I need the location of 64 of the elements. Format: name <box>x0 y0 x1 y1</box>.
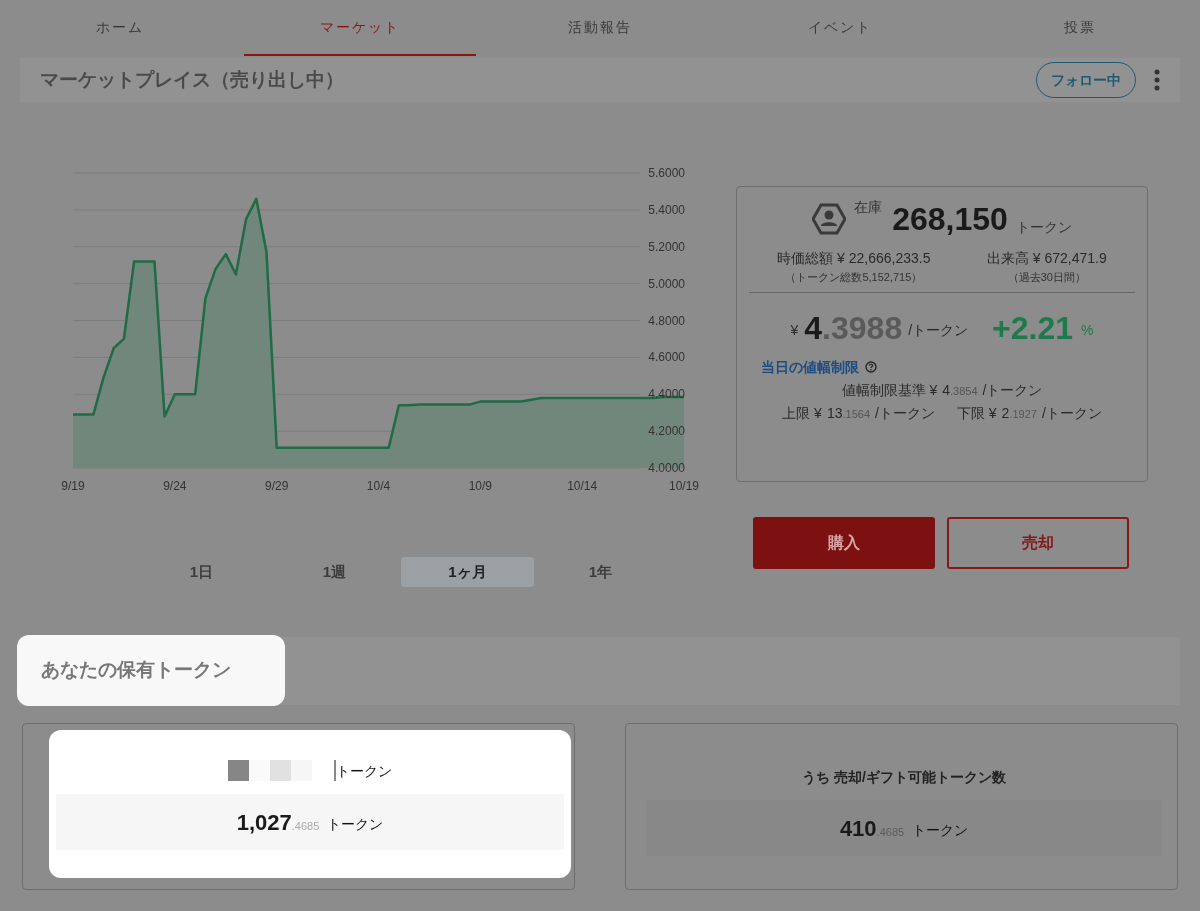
unit-label: トークン <box>1015 218 1072 237</box>
amount-integer: 1,027 <box>236 808 292 837</box>
nav-tab[interactable]: ホーム <box>4 0 236 56</box>
sell-button[interactable]: 売却 <box>947 517 1129 569</box>
period-tab[interactable]: 1週 <box>268 557 401 587</box>
y-axis-label: 4.8000 <box>648 313 685 328</box>
page-title: マーケットプレイス（売り出し中） <box>40 67 345 92</box>
help-icon[interactable] <box>865 361 877 373</box>
market-cap-label: 時価総額 ¥ 22,666,233.5 <box>777 249 931 268</box>
y-axis-label: 4.0000 <box>648 461 685 475</box>
unit-label: /トークン <box>1041 403 1102 423</box>
volume-note: （過去30日間） <box>1007 270 1086 285</box>
currency-label: ¥ <box>790 320 799 340</box>
limit-label: 上限 ¥ <box>782 403 822 423</box>
x-axis-label: 9/29 <box>265 479 289 493</box>
buy-button[interactable]: 購入 <box>753 517 935 569</box>
percent-label: % <box>1081 320 1094 340</box>
limit-fraction: .3854 <box>950 384 978 399</box>
unit-label: /トークン <box>982 380 1043 400</box>
period-tab[interactable]: 1日 <box>135 557 268 587</box>
stock-value: 268,150 <box>892 201 1008 237</box>
limit-integer: 2 <box>1001 403 1010 423</box>
limit-title: 当日の値幅制限 <box>761 357 859 377</box>
stock-label: 在庫 <box>854 198 883 217</box>
nav-tab[interactable]: 投票 <box>964 0 1196 56</box>
x-axis-label: 9/24 <box>163 479 187 493</box>
amount-fraction: .4685 <box>291 819 320 832</box>
user-hexagon-icon <box>812 203 847 235</box>
y-axis-label: 5.2000 <box>648 239 685 254</box>
unit-label: /トークン <box>908 320 969 340</box>
limit-integer: 13 <box>826 403 843 423</box>
price-integer: 4 <box>804 310 823 345</box>
y-axis-label: 4.6000 <box>648 350 685 365</box>
y-axis-label: 5.0000 <box>648 276 685 291</box>
holding-label: うち 売却/ギフト可能トークン数 <box>802 768 1006 787</box>
y-axis-label: 5.4000 <box>648 202 685 217</box>
x-axis-label: 9/19 <box>61 479 85 493</box>
section-title: あなたの保有トークン <box>41 658 231 683</box>
y-axis-label: 5.6000 <box>648 166 685 180</box>
nav-tab[interactable]: 活動報告 <box>484 0 716 56</box>
x-axis-label: 10/9 <box>468 479 492 493</box>
period-tab[interactable]: 1ヶ月 <box>401 557 534 587</box>
period-tab[interactable]: 1年 <box>534 557 667 587</box>
unit-label: トークン <box>327 814 384 834</box>
nav-tab[interactable]: マーケット <box>244 0 476 56</box>
unit-label: トークン <box>912 820 969 840</box>
limit-fraction: .1564 <box>842 407 870 422</box>
x-axis-label: 10/14 <box>567 479 598 493</box>
price-fraction: .3988 <box>822 310 903 345</box>
x-axis-label: 10/19 <box>669 479 699 493</box>
market-cap-note: （トークン総数5,152,715） <box>785 270 923 285</box>
amount-integer: 410 <box>839 814 877 843</box>
limit-label: 下限 ¥ <box>956 403 997 423</box>
price-change: +2.21 <box>992 310 1074 345</box>
limit-label: 値幅制限基準 ¥ <box>841 380 938 400</box>
limit-fraction: .1927 <box>1009 407 1037 422</box>
nav-tab[interactable]: イベント <box>724 0 956 56</box>
unit-label: /トークン <box>875 403 935 423</box>
y-axis-label: 4.2000 <box>648 424 685 439</box>
volume-label: 出来高 ¥ 672,471.9 <box>986 249 1107 268</box>
limit-integer: 4 <box>942 380 951 400</box>
more-icon[interactable] <box>1154 69 1160 91</box>
x-axis-label: 10/4 <box>366 479 391 493</box>
holding-label: トークン <box>336 762 392 781</box>
